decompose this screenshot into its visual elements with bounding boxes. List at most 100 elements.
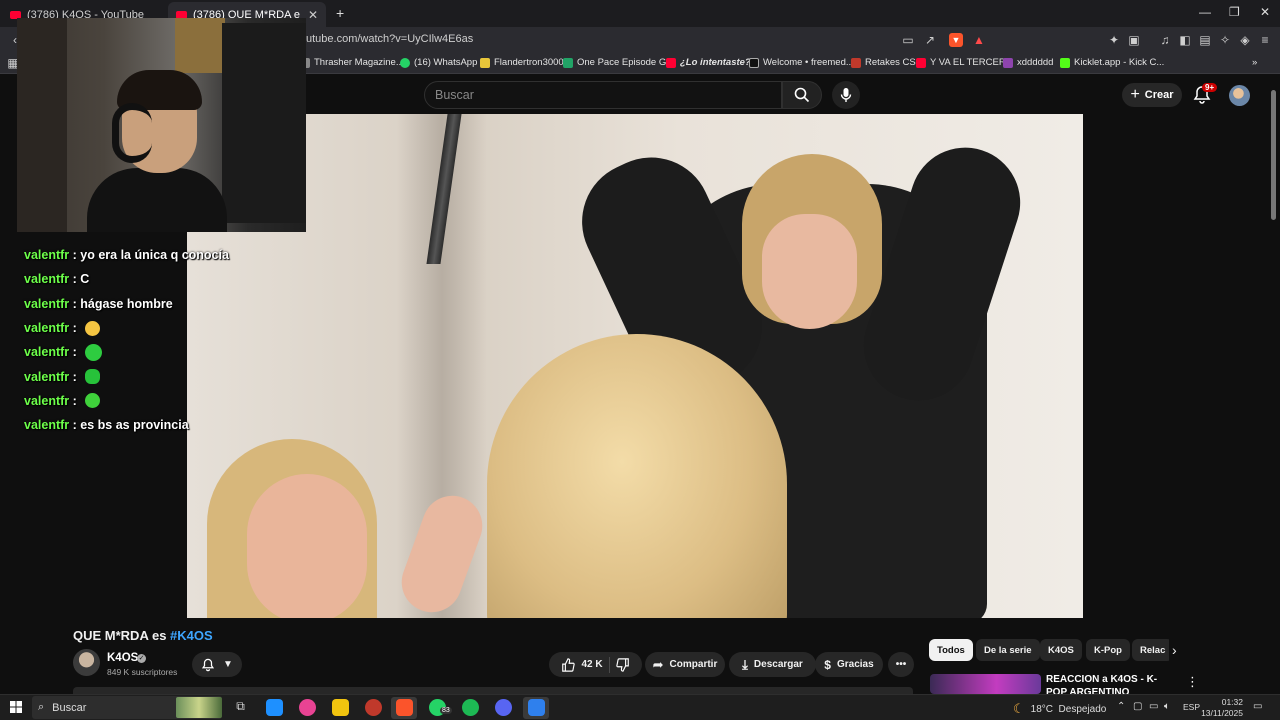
brave-rewards-icon[interactable]: ▲: [972, 33, 986, 47]
sidebar-icon[interactable]: ◧: [1178, 33, 1192, 47]
search-input[interactable]: [425, 82, 781, 108]
app-pink-icon[interactable]: [299, 699, 316, 716]
tray-chevron-icon[interactable]: ⌃: [1117, 701, 1125, 712]
bookmark-item[interactable]: (16) WhatsApp: [400, 57, 477, 68]
channel-avatar[interactable]: [73, 649, 100, 676]
subscribed-notifications-button[interactable]: ▼: [192, 652, 242, 677]
media-icon[interactable]: ♫: [1158, 33, 1172, 47]
bookmark-item[interactable]: Retakes CS: [851, 57, 916, 68]
share-button[interactable]: ➦ Compartir: [645, 652, 725, 677]
share-page-icon[interactable]: ↗: [923, 33, 937, 47]
chat-text: C: [80, 272, 90, 287]
green-ghost-emote-icon: [85, 343, 103, 361]
taskbar-search[interactable]: ⌕ Buscar: [32, 696, 222, 719]
leo-ai-icon[interactable]: ✧: [1218, 33, 1232, 47]
search-highlight-image: [176, 697, 222, 718]
bookmark-item[interactable]: One Pace Episode G...: [563, 57, 674, 68]
task-view-icon[interactable]: ⧉: [232, 699, 249, 716]
webcam-person-body: [87, 168, 227, 232]
more-horizontal-icon: •••: [895, 659, 907, 670]
vpn-icon[interactable]: ◈: [1238, 33, 1252, 47]
account-avatar[interactable]: [1229, 85, 1250, 106]
network-icon[interactable]: ▭: [1149, 701, 1158, 712]
chat-username: valentfr: [24, 272, 70, 287]
video-title: QUE M*RDA es #K4OS: [73, 628, 213, 643]
notifications-icon[interactable]: ▭: [1253, 701, 1262, 712]
weather-widget[interactable]: ☾ 18°C Despejado: [1013, 701, 1106, 717]
chat-username: valentfr: [24, 418, 70, 433]
voice-search-button[interactable]: [832, 81, 860, 109]
app-blue-icon[interactable]: [528, 699, 545, 716]
search-button[interactable]: [782, 81, 822, 109]
minimize-icon[interactable]: —: [1199, 5, 1211, 19]
streamer-webcam: [17, 18, 306, 232]
video-hashtag-link[interactable]: #K4OS: [170, 628, 213, 643]
chat-separator: :: [69, 321, 81, 336]
recommended-video-thumbnail[interactable]: [930, 674, 1041, 694]
recommended-video-title[interactable]: REACCION a K4OS - K-POP ARGENTINO: [1046, 673, 1171, 695]
person-blonde-hair: [487, 334, 787, 618]
super-thanks-icon: $: [824, 657, 831, 672]
bookmark-item[interactable]: Y VA EL TERCERO: [916, 57, 1013, 68]
chip-k-pop[interactable]: K-Pop: [1086, 639, 1130, 661]
bookmark-item[interactable]: Welcome • freemed...: [749, 57, 854, 68]
video-player[interactable]: [187, 114, 1083, 618]
chip-de-la-serie[interactable]: De la serie: [976, 639, 1040, 661]
language-indicator[interactable]: ESP: [1183, 702, 1200, 712]
chip-k4os[interactable]: K4OS: [1040, 639, 1082, 661]
new-tab-button[interactable]: +: [336, 5, 344, 21]
wallet-icon[interactable]: ▤: [1198, 33, 1212, 47]
reader-icon[interactable]: ▣: [1127, 33, 1141, 47]
description-box[interactable]: [73, 687, 913, 694]
chat-username: valentfr: [24, 345, 70, 360]
tray-app-icon[interactable]: ▢: [1133, 701, 1142, 712]
retakes-icon: [851, 57, 861, 68]
file-explorer-icon[interactable]: [332, 699, 349, 716]
plus-icon: +: [1130, 86, 1140, 103]
chat-message: valentfr :: [24, 316, 229, 340]
bookmark-item[interactable]: ¿Lo intentaste?: [666, 57, 751, 68]
spotify-icon[interactable]: [462, 699, 479, 716]
chevron-down-icon: ▼: [223, 659, 233, 670]
bookmark-item[interactable]: Thrasher Magazine...: [300, 57, 404, 68]
restore-icon[interactable]: ❐: [1229, 5, 1240, 19]
thanks-button[interactable]: $ Gracias: [815, 652, 883, 677]
volume-icon[interactable]: 🔈︎: [1164, 701, 1170, 712]
url-field[interactable]: utube.com/watch?v=UyCIlw4E6as: [306, 33, 473, 45]
channel-name[interactable]: K4OS: [107, 652, 138, 664]
person-face: [762, 214, 857, 329]
bookmark-item[interactable]: Kicklet.app - Kick C...: [1060, 57, 1164, 68]
store-icon[interactable]: [266, 699, 283, 716]
whatsapp-badge: 83: [440, 707, 452, 714]
download-button[interactable]: ⤓ Descargar: [729, 652, 816, 677]
page-scrollbar[interactable]: [1271, 90, 1276, 220]
bookmark-item[interactable]: Flandertron3000: [480, 57, 564, 68]
windows-start-icon[interactable]: [10, 701, 22, 713]
more-actions-button[interactable]: •••: [888, 652, 914, 677]
brave-browser-icon[interactable]: [396, 699, 413, 716]
app-red-icon[interactable]: [365, 699, 382, 716]
search-icon: [794, 87, 810, 103]
extensions-icon[interactable]: ✦: [1107, 33, 1121, 47]
discord-icon[interactable]: [495, 699, 512, 716]
more-bookmarks-icon[interactable]: »: [1252, 57, 1257, 68]
chip-related[interactable]: Relac: [1132, 639, 1169, 661]
like-button[interactable]: 42 K: [561, 657, 603, 672]
chevron-right-icon[interactable]: ›: [1172, 642, 1177, 658]
thumbs-down-icon[interactable]: [615, 657, 630, 672]
chat-text: yo era la única q conocía: [80, 248, 229, 263]
chat-username: valentfr: [24, 321, 70, 336]
bookmark-item[interactable]: xdddddd: [1003, 57, 1053, 68]
chip-todos[interactable]: Todos: [929, 639, 973, 661]
chat-username: valentfr: [24, 369, 70, 384]
more-vertical-icon[interactable]: ⋮: [1186, 674, 1199, 690]
close-window-icon[interactable]: ✕: [1260, 5, 1270, 19]
brave-shield-icon[interactable]: ▼: [949, 33, 963, 47]
close-tab-icon[interactable]: ✕: [308, 8, 318, 22]
menu-icon[interactable]: ≡: [1258, 33, 1272, 47]
system-clock[interactable]: 01:32 13/11/2025: [1201, 697, 1243, 719]
chat-separator: :: [69, 369, 81, 384]
create-button[interactable]: + Crear: [1122, 83, 1182, 107]
chat-message: valentfr :: [24, 340, 229, 364]
screen-icon[interactable]: ▭: [901, 33, 915, 47]
